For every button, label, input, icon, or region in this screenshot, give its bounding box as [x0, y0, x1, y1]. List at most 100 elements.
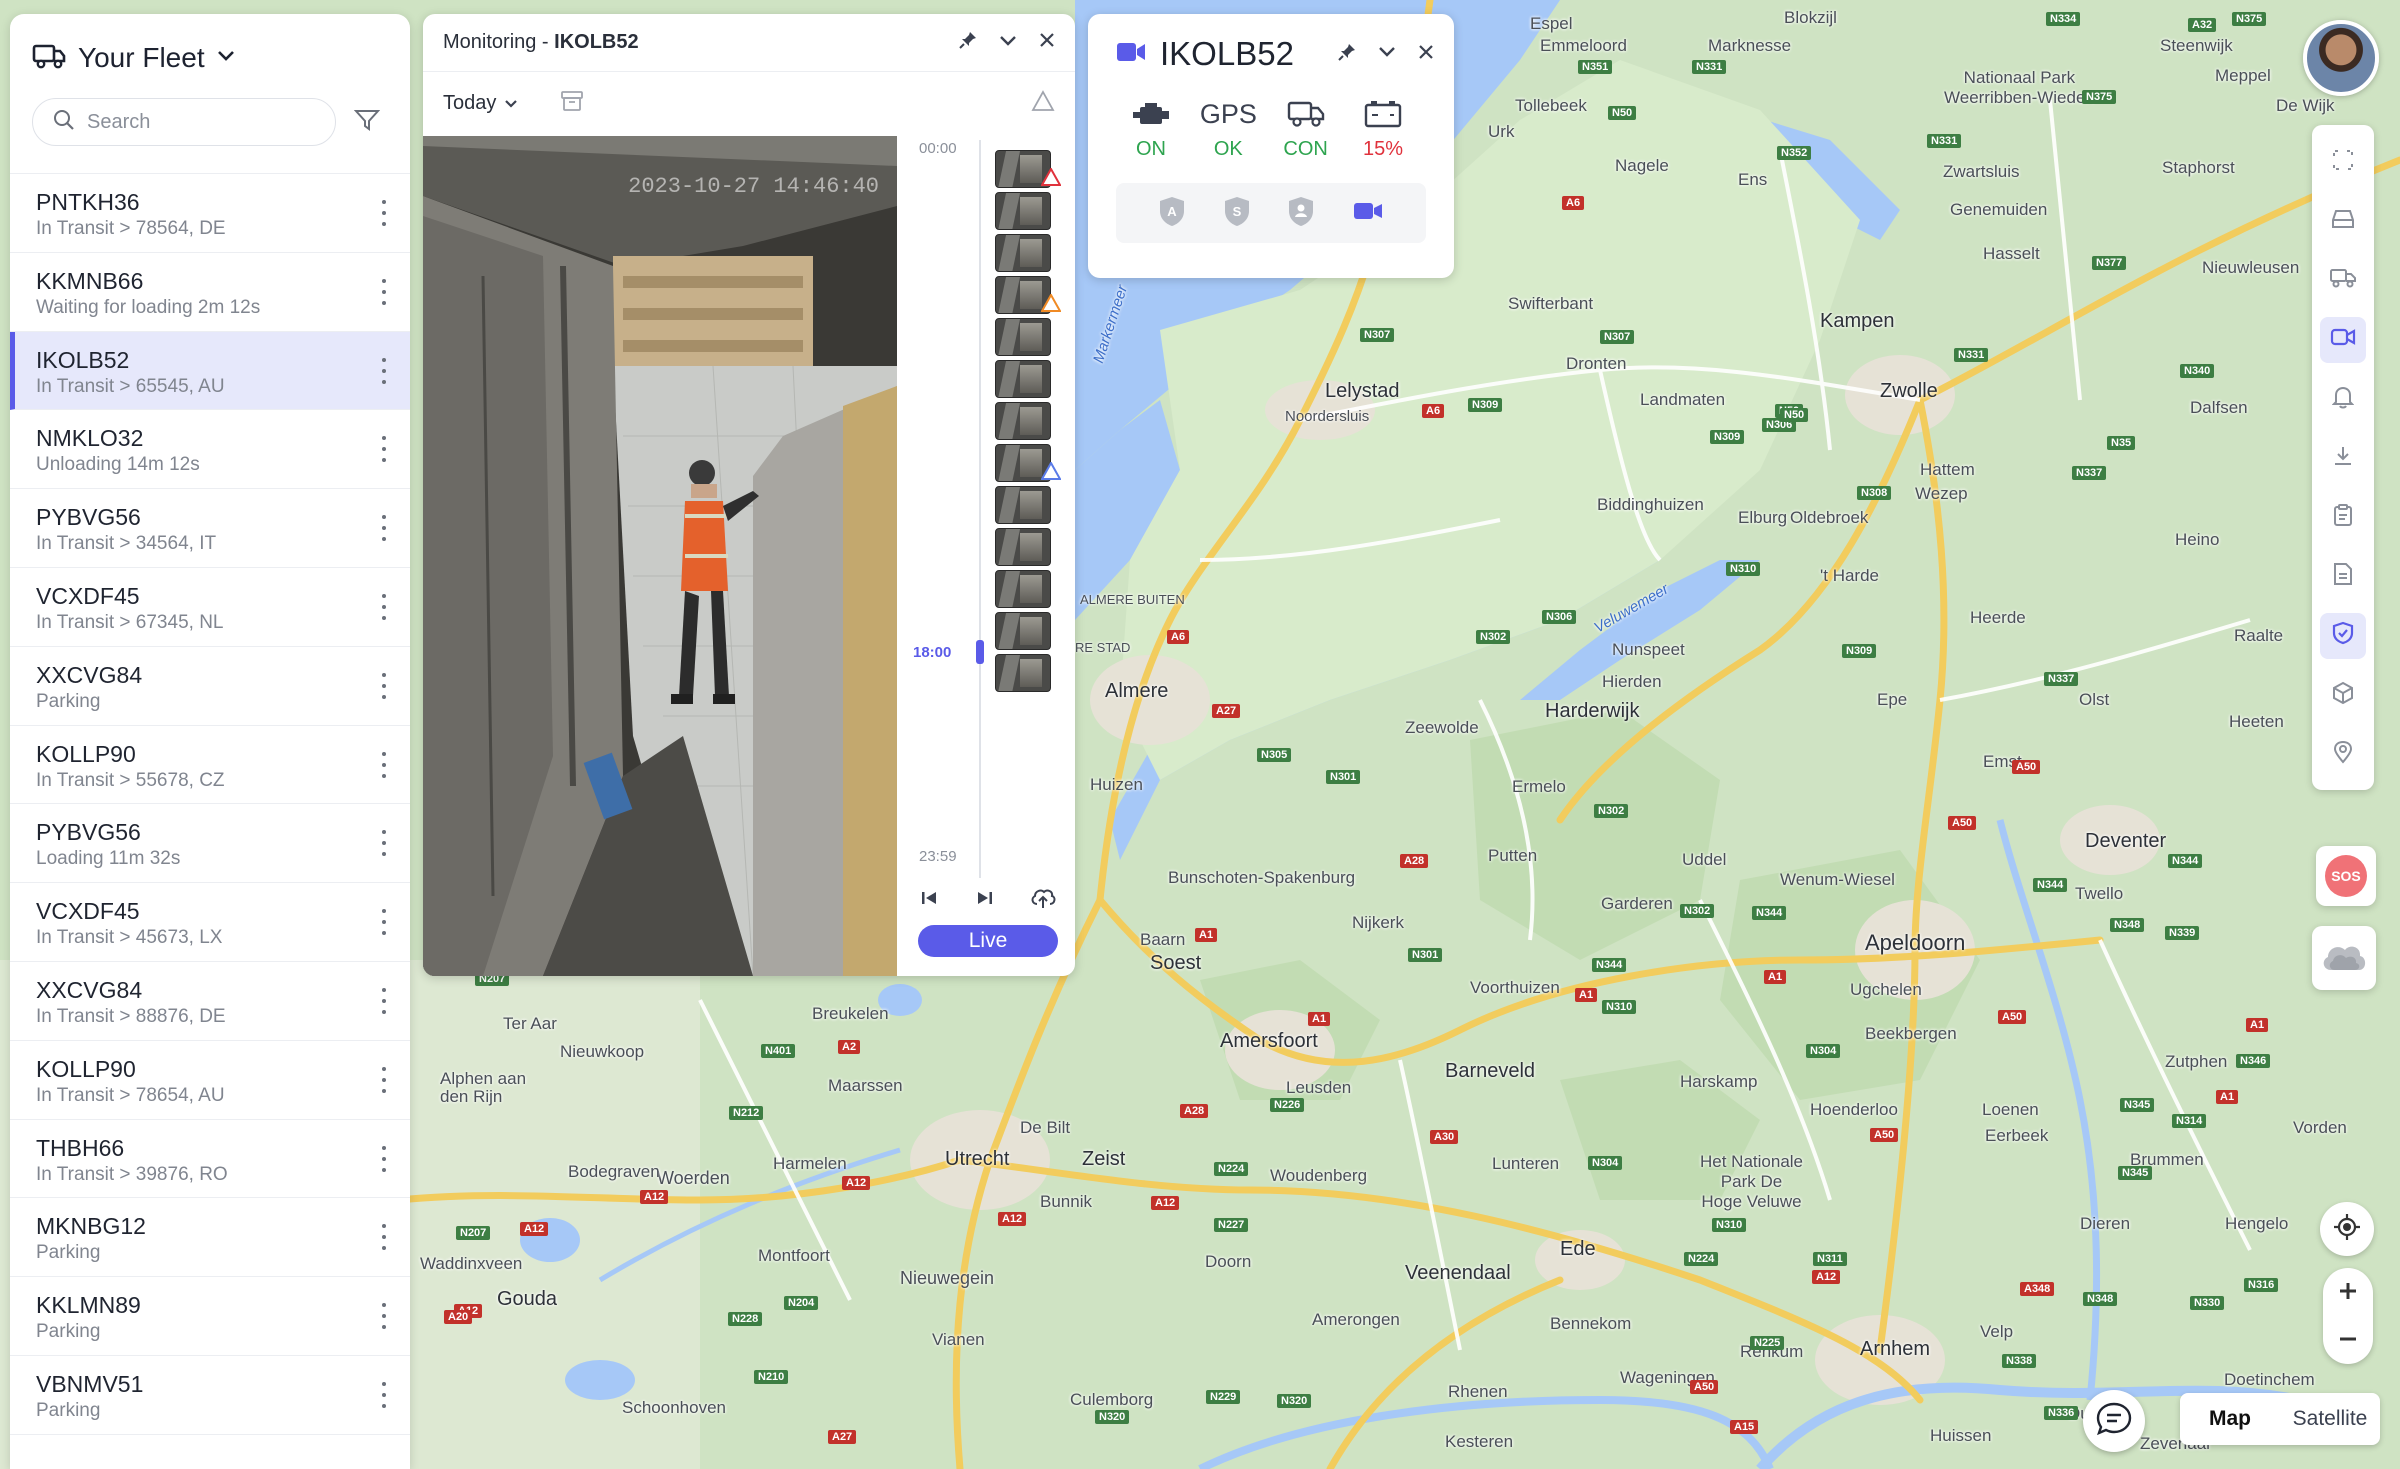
more-options-icon[interactable] — [380, 436, 388, 463]
shield-s-icon[interactable]: S — [1223, 195, 1251, 232]
tool-expand[interactable] — [2320, 139, 2366, 186]
more-options-icon[interactable] — [380, 909, 388, 936]
vehicle-status-text: Waiting for loading 2m 12s — [36, 296, 261, 318]
filter-icon[interactable] — [353, 108, 381, 137]
more-options-icon[interactable] — [380, 1145, 388, 1172]
more-options-icon[interactable] — [380, 751, 388, 778]
more-options-icon[interactable] — [380, 1381, 388, 1408]
timeline-handle[interactable] — [976, 640, 984, 664]
locate-me-button[interactable] — [2320, 1202, 2374, 1256]
timeline-thumbnail[interactable] — [995, 486, 1051, 524]
vehicle-status-text: In Transit > 88876, DE — [36, 1005, 226, 1027]
vehicle-list-item[interactable]: KOLLP90 In Transit > 78654, AU — [10, 1041, 410, 1120]
map-label-zutphen: Zutphen — [2165, 1052, 2228, 1071]
timeline-thumbnail[interactable] — [995, 234, 1051, 272]
sos-button[interactable]: SOS — [2316, 846, 2376, 906]
more-options-icon[interactable] — [380, 357, 388, 384]
search-input[interactable] — [87, 110, 317, 134]
vehicle-list-item[interactable]: NMKLO32 Unloading 14m 12s — [10, 410, 410, 490]
chat-button[interactable] — [2083, 1390, 2145, 1452]
map-type-satellite[interactable]: Satellite — [2280, 1393, 2380, 1445]
video-camera-icon — [2330, 327, 2356, 352]
map-label-eerbeek: Eerbeek — [1985, 1126, 2049, 1145]
tool-location[interactable] — [2320, 731, 2366, 778]
vehicle-id: VCXDF45 — [36, 898, 140, 925]
fleet-selector[interactable]: Your Fleet — [32, 40, 388, 76]
close-icon[interactable] — [1039, 32, 1055, 53]
monitoring-title-prefix: Monitoring - — [443, 31, 555, 53]
video-camera-icon[interactable] — [1352, 200, 1384, 227]
timeline-thumbnail[interactable] — [995, 360, 1051, 398]
tool-notifications[interactable] — [2320, 376, 2366, 423]
timeline-thumbnail[interactable] — [995, 570, 1051, 608]
timeline-thumbnail[interactable] — [995, 192, 1051, 230]
chevron-down-icon[interactable] — [999, 34, 1017, 52]
vehicle-list-item[interactable]: VCXDF45 In Transit > 45673, LX — [10, 883, 410, 962]
map-label-baarn: Baarn — [1140, 930, 1186, 949]
timeline-thumbnail[interactable] — [995, 318, 1051, 356]
vehicle-list-item[interactable]: VCXDF45 In Transit > 67345, NL — [10, 568, 410, 647]
map-label-ede: Ede — [1560, 1238, 1596, 1260]
vehicle-list-item[interactable]: XXCVG84 In Transit > 88876, DE — [10, 962, 410, 1041]
skip-back-icon[interactable] — [917, 886, 941, 915]
vehicle-list-item[interactable]: KKLMN89 Parking — [10, 1277, 410, 1356]
weather-button[interactable] — [2312, 926, 2376, 990]
more-options-icon[interactable] — [380, 830, 388, 857]
tool-vehicles[interactable] — [2320, 257, 2366, 304]
camera-video-feed[interactable]: 2023-10-27 14:46:40 — [423, 136, 897, 976]
map-label-nunspeet: Nunspeet — [1612, 640, 1685, 659]
more-options-icon[interactable] — [380, 1224, 388, 1251]
vehicle-list-item[interactable]: IKOLB52 In Transit > 65545, AU — [10, 331, 410, 411]
tool-layers[interactable] — [2320, 198, 2366, 245]
user-avatar[interactable] — [2303, 20, 2379, 96]
shield-a-icon[interactable]: A — [1158, 195, 1186, 232]
vehicle-list-item[interactable]: PYBVG56 Loading 11m 32s — [10, 804, 410, 884]
pin-icon[interactable] — [959, 31, 977, 54]
vehicle-list-item[interactable]: PNTKH36 In Transit > 78564, DE — [10, 174, 410, 253]
zoom-in-icon[interactable] — [2338, 1275, 2358, 1309]
tool-clipboard[interactable] — [2320, 494, 2366, 541]
vehicle-list-item[interactable]: VBNMV51 Parking — [10, 1356, 410, 1435]
timeline-thumbnail[interactable] — [995, 654, 1051, 692]
more-options-icon[interactable] — [380, 515, 388, 542]
vehicle-status-text: In Transit > 45673, LX — [36, 927, 223, 949]
more-options-icon[interactable] — [380, 987, 388, 1014]
vehicle-list-item[interactable]: XXCVG84 Parking — [10, 647, 410, 726]
skip-forward-icon[interactable] — [973, 886, 997, 915]
more-options-icon[interactable] — [380, 200, 388, 226]
chevron-down-icon[interactable] — [1378, 45, 1396, 63]
tool-download[interactable] — [2320, 435, 2366, 482]
pin-icon[interactable] — [1338, 43, 1356, 66]
vehicle-list-item[interactable]: MKNBG12 Parking — [10, 1198, 410, 1278]
live-button[interactable]: Live — [918, 925, 1058, 957]
search-box[interactable] — [32, 98, 336, 146]
more-options-icon[interactable] — [380, 1303, 388, 1330]
close-icon[interactable] — [1418, 44, 1434, 65]
vehicle-list-item[interactable]: KKMNB66 Waiting for loading 2m 12s — [10, 253, 410, 332]
cloud-upload-icon[interactable] — [1029, 886, 1057, 915]
tool-video[interactable] — [2320, 316, 2366, 364]
zoom-out-icon[interactable] — [2338, 1323, 2358, 1357]
map-label-harskamp: Harskamp — [1680, 1072, 1758, 1091]
timeline-thumbnail[interactable] — [995, 402, 1051, 440]
timeline-thumbnail[interactable] — [995, 612, 1051, 650]
more-options-icon[interactable] — [380, 593, 388, 620]
warning-icon[interactable] — [1031, 89, 1055, 117]
timeline-track[interactable] — [979, 140, 981, 878]
vehicle-list-item[interactable]: THBH66 In Transit > 39876, RO — [10, 1120, 410, 1199]
map-type-map[interactable]: Map — [2180, 1393, 2280, 1445]
more-options-icon[interactable] — [380, 672, 388, 699]
vehicle-list-item[interactable]: KOLLP90 In Transit > 55678, CZ — [10, 726, 410, 805]
tool-package[interactable] — [2320, 672, 2366, 719]
map-label-nieuwkoop: Nieuwkoop — [560, 1042, 645, 1061]
date-filter-select[interactable]: Today — [443, 92, 518, 115]
more-options-icon[interactable] — [380, 1066, 388, 1093]
vehicle-list-item[interactable]: PYBVG56 In Transit > 34564, IT — [10, 489, 410, 568]
archive-icon[interactable] — [560, 90, 584, 117]
more-options-icon[interactable] — [380, 278, 388, 305]
timeline-thumbnail[interactable] — [995, 528, 1051, 566]
monitoring-title: Monitoring - IKOLB52 — [443, 31, 639, 54]
tool-security[interactable] — [2320, 612, 2366, 660]
tool-document[interactable] — [2320, 553, 2366, 600]
shield-user-icon[interactable] — [1287, 195, 1315, 232]
